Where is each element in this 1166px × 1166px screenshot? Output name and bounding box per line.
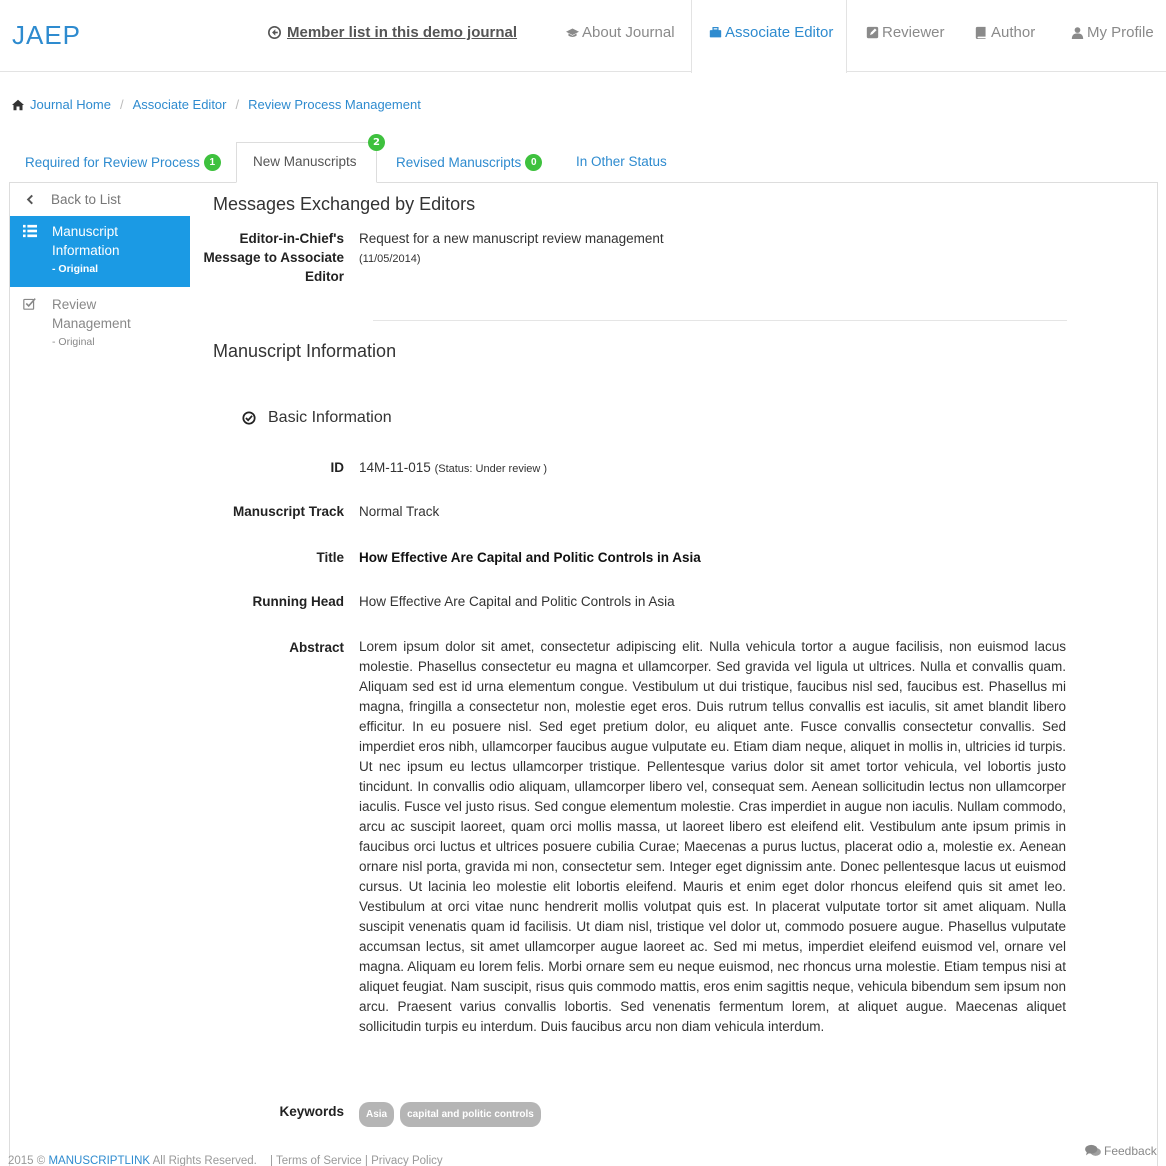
nav-associate-label: Associate Editor (725, 24, 834, 41)
footer: 2015 © MANUSCRIPTLINK All Rights Reserve… (8, 1155, 443, 1166)
running-head-label: Running Head (252, 594, 345, 609)
nav-author-label: Author (991, 24, 1036, 41)
edit-square-icon (866, 26, 879, 39)
message-label: Editor-in-Chief's Message to Associate E… (203, 231, 344, 284)
nav-profile-label: My Profile (1087, 24, 1154, 41)
user-icon (1071, 27, 1084, 39)
tab-label: In Other Status (576, 154, 667, 169)
abstract-text: Lorem ipsum dolor sit amet, consectetur … (359, 639, 1066, 1034)
footer-separator: | (270, 1155, 274, 1166)
breadcrumb: Journal Home / Associate Editor / Review… (12, 97, 421, 112)
track-value: Normal Track (359, 504, 440, 519)
footer-separator: | (364, 1155, 368, 1166)
back-to-list-label: Back to List (51, 191, 121, 207)
title-value: How Effective Are Capital and Politic Co… (359, 550, 701, 565)
manuscript-id: 14M-11-015 (359, 460, 431, 475)
tab-label: Required for Review Process (25, 155, 200, 170)
nav-about-journal[interactable]: About Journal (566, 24, 675, 41)
graduation-cap-icon (566, 28, 579, 37)
tab-label: Revised Manuscripts (396, 155, 522, 170)
nav-reviewer-label: Reviewer (882, 24, 945, 41)
rights-text: All Rights Reserved. (152, 1155, 257, 1166)
check-circle-icon (242, 411, 256, 425)
nav-reviewer[interactable]: Reviewer (866, 24, 945, 41)
sidebar-item-label: Review Management (52, 297, 131, 331)
sidebar-item-sub: - Original (52, 336, 95, 348)
breadcrumb-journal-home[interactable]: Journal Home (30, 97, 111, 112)
feedback-label: Feedback (1104, 1144, 1157, 1158)
tab-new-manuscripts[interactable]: New Manuscripts (253, 154, 357, 169)
nav-member-list[interactable]: Member list in this demo journal (268, 24, 517, 41)
book-icon (975, 26, 986, 39)
nav-about-label: About Journal (582, 24, 675, 41)
id-label: ID (330, 460, 345, 475)
count-badge: 0 (525, 154, 543, 171)
count-badge: 2 (368, 134, 385, 151)
breadcrumb-separator: / (235, 97, 240, 112)
nav-author[interactable]: Author (975, 24, 1035, 41)
nav-my-profile[interactable]: My Profile (1071, 24, 1154, 41)
list-icon (23, 224, 37, 238)
breadcrumb-review-process[interactable]: Review Process Management (248, 97, 421, 112)
tab-label: New Manuscripts (253, 154, 357, 169)
basic-information-toggle[interactable]: Basic Information (242, 409, 392, 427)
sidebar-item-sub: - Original (52, 263, 99, 275)
keyword-tag: Asia (359, 1102, 395, 1127)
sidebar-item-manuscript-information[interactable]: Manuscript Information - Original (10, 216, 190, 287)
comments-icon (1085, 1144, 1101, 1156)
keywords-list: Asia capital and politic controls (359, 1102, 547, 1127)
breadcrumb-separator: / (119, 97, 124, 112)
home-icon (12, 99, 24, 110)
sidebar-item-label: Manuscript Information (52, 224, 120, 258)
journal-logo[interactable]: JAEP (12, 20, 81, 51)
keyword-tag: capital and politic controls (400, 1102, 541, 1127)
arrow-circle-left-icon (268, 26, 281, 39)
nav-associate-editor[interactable]: Associate Editor (709, 24, 833, 41)
title-label: Title (316, 550, 344, 565)
message-text: Request for a new manuscript review mana… (359, 231, 664, 246)
back-to-list-button[interactable]: Back to List (10, 184, 190, 214)
message-date: (11/05/2014) (359, 253, 421, 265)
track-label: Manuscript Track (232, 504, 344, 519)
breadcrumb-associate-editor[interactable]: Associate Editor (133, 97, 227, 112)
tab-required-for-review[interactable]: Required for Review Process 1 (25, 154, 221, 171)
privacy-link[interactable]: Privacy Policy (371, 1155, 443, 1166)
messages-heading: Messages Exchanged by Editors (213, 194, 476, 214)
feedback-button[interactable]: Feedback (1085, 1144, 1157, 1158)
tab-in-other-status[interactable]: In Other Status (576, 154, 667, 169)
sidebar-item-review-management[interactable]: Review Management - Original (10, 292, 190, 354)
section-divider (373, 320, 1067, 321)
manuscript-info-heading: Manuscript Information (213, 341, 397, 361)
terms-link[interactable]: Terms of Service (276, 1155, 362, 1166)
count-badge: 1 (203, 154, 221, 171)
checkbox-checked-icon (23, 298, 36, 310)
chevron-left-icon (26, 194, 33, 204)
copyright-text: 2015 © (8, 1155, 46, 1166)
running-head-value: How Effective Are Capital and Politic Co… (359, 594, 675, 609)
keywords-label: Keywords (279, 1104, 344, 1119)
briefcase-icon (709, 27, 722, 38)
abstract-label: Abstract (289, 640, 344, 655)
basic-information-label: Basic Information (268, 409, 392, 426)
id-value-row: 14M-11-015 (Status: Under review ) (359, 458, 547, 479)
manuscript-status: (Status: Under review ) (434, 463, 548, 475)
brand-link[interactable]: MANUSCRIPTLINK (48, 1155, 150, 1166)
nav-member-list-label: Member list in this demo journal (287, 24, 518, 41)
tab-revised-manuscripts[interactable]: Revised Manuscripts 0 (396, 154, 543, 171)
